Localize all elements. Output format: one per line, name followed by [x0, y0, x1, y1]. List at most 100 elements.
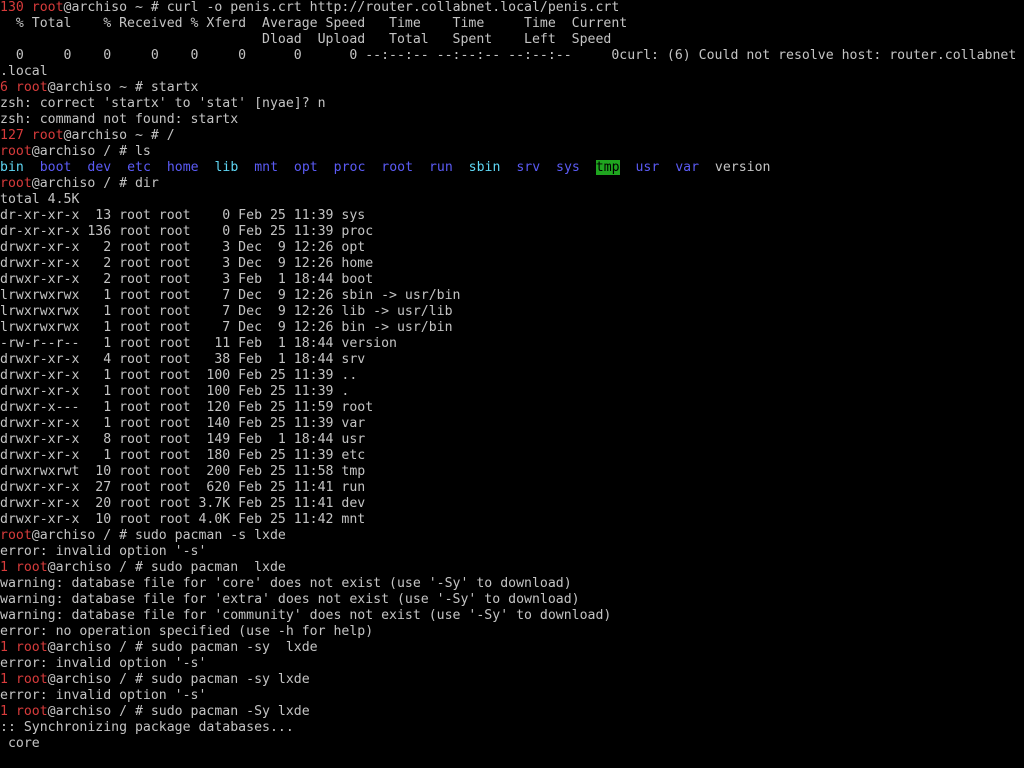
- directory-entry: usr: [635, 160, 660, 175]
- terminal-text: warning: database file for 'community' d…: [0, 608, 612, 623]
- directory-entry: home: [166, 160, 199, 175]
- terminal-line: drwxr-xr-x 2 root root 3 Dec 9 12:26 opt: [0, 240, 1024, 256]
- terminal-text: @archiso / # sudo pacman lxde: [47, 560, 286, 575]
- terminal-line: warning: database file for 'community' d…: [0, 608, 1024, 624]
- terminal-line: drwxr-xr-x 1 root root 100 Feb 25 11:39 …: [0, 384, 1024, 400]
- terminal-text: drwxr-xr-x 20 root root 3.7K Feb 25 11:4…: [0, 496, 366, 511]
- directory-entry: dev: [87, 160, 112, 175]
- terminal-text: drwxr-xr-x 4 root root 38 Feb 1 18:44 sr…: [0, 352, 366, 367]
- terminal-text: total 4.5K: [0, 192, 80, 207]
- terminal-line: warning: database file for 'extra' does …: [0, 592, 1024, 608]
- terminal-line: 1 root@archiso / # sudo pacman -Sy lxde: [0, 704, 1024, 720]
- terminal-text: @archiso / # sudo pacman -s lxde: [31, 528, 286, 543]
- terminal-text: @archiso / # sudo pacman -Sy lxde: [47, 704, 310, 719]
- directory-entry: var: [675, 160, 700, 175]
- prompt-status: 1 root: [0, 672, 48, 687]
- terminal-line: 0 0 0 0 0 0 0 0 --:--:-- --:--:-- --:--:…: [0, 48, 1024, 64]
- terminal-line: % Total % Received % Xferd Average Speed…: [0, 16, 1024, 32]
- terminal-text: @archiso ~ # startx: [47, 80, 199, 95]
- terminal-text: drwxr-xr-x 1 root root 140 Feb 25 11:39 …: [0, 416, 366, 431]
- terminal-line: error: invalid option '-s': [0, 544, 1024, 560]
- terminal-text: @archiso / # sudo pacman -sy lxde: [47, 640, 318, 655]
- prompt-status: 127 root: [0, 128, 64, 143]
- terminal-text: error: invalid option '-s': [0, 688, 207, 703]
- terminal-text: drwxr-xr-x 1 root root 180 Feb 25 11:39 …: [0, 448, 366, 463]
- terminal-screen[interactable]: 130 root@archiso ~ # curl -o penis.crt h…: [0, 0, 1024, 768]
- terminal-line: -rw-r--r-- 1 root root 11 Feb 1 18:44 ve…: [0, 336, 1024, 352]
- terminal-line: zsh: command not found: startx: [0, 112, 1024, 128]
- terminal-line: root@archiso / # ls: [0, 144, 1024, 160]
- terminal-text: -rw-r--r-- 1 root root 11 Feb 1 18:44 ve…: [0, 336, 397, 351]
- terminal-line: Dload Upload Total Spent Left Speed: [0, 32, 1024, 48]
- terminal-line: drwxr-xr-x 20 root root 3.7K Feb 25 11:4…: [0, 496, 1024, 512]
- prompt-status: 1 root: [0, 640, 48, 655]
- terminal-line: .local: [0, 64, 1024, 80]
- directory-entry: sys: [556, 160, 580, 175]
- terminal-text: zsh: correct 'startx' to 'stat' [nyae]? …: [0, 96, 326, 111]
- terminal-line: lrwxrwxrwx 1 root root 7 Dec 9 12:26 lib…: [0, 304, 1024, 320]
- terminal-line: 127 root@archiso ~ # /: [0, 128, 1024, 144]
- terminal-line: drwxr-xr-x 8 root root 149 Feb 1 18:44 u…: [0, 432, 1024, 448]
- terminal-text: drwxr-xr-x 1 root root 100 Feb 25 11:39 …: [0, 368, 358, 383]
- prompt-status: root: [0, 176, 32, 191]
- symlink-entry: bin: [0, 160, 24, 175]
- directory-entry: mnt: [254, 160, 279, 175]
- sticky-directory-entry: tmp: [595, 160, 620, 175]
- terminal-line: warning: database file for 'core' does n…: [0, 576, 1024, 592]
- terminal-text: @archiso ~ # curl -o penis.crt http://ro…: [63, 0, 620, 15]
- directory-entry: srv: [516, 160, 541, 175]
- terminal-text: version: [699, 160, 771, 175]
- terminal-line: root@archiso / # dir: [0, 176, 1024, 192]
- directory-entry: root: [381, 160, 414, 175]
- terminal-line: drwxr-xr-x 1 root root 180 Feb 25 11:39 …: [0, 448, 1024, 464]
- terminal-text: @archiso / # ls: [31, 144, 151, 159]
- terminal-line: 130 root@archiso ~ # curl -o penis.crt h…: [0, 0, 1024, 16]
- terminal-line: core: [0, 736, 1024, 752]
- terminal-line: root@archiso / # sudo pacman -s lxde: [0, 528, 1024, 544]
- terminal-line: error: invalid option '-s': [0, 688, 1024, 704]
- terminal-text: drwxr-xr-x 10 root root 4.0K Feb 25 11:4…: [0, 512, 366, 527]
- directory-entry: proc: [333, 160, 366, 175]
- terminal-text: drwxr-xr-x 2 root root 3 Dec 9 12:26 opt: [0, 240, 366, 255]
- terminal-line: bin boot dev etc home lib mnt opt proc r…: [0, 160, 1024, 176]
- terminal-text: error: invalid option '-s': [0, 544, 207, 559]
- terminal-text: dr-xr-xr-x 136 root root 0 Feb 25 11:39 …: [0, 224, 374, 239]
- terminal-line: 1 root@archiso / # sudo pacman -sy lxde: [0, 640, 1024, 656]
- terminal-text: core: [0, 736, 40, 751]
- terminal-line: dr-xr-xr-x 13 root root 0 Feb 25 11:39 s…: [0, 208, 1024, 224]
- terminal-text: 0 0 0 0 0 0 0 0 --:--:-- --:--:-- --:--:…: [0, 48, 1017, 63]
- terminal-line: 1 root@archiso / # sudo pacman lxde: [0, 560, 1024, 576]
- symlink-entry: sbin: [468, 160, 501, 175]
- terminal-text: lrwxrwxrwx 1 root root 7 Dec 9 12:26 sbi…: [0, 288, 461, 303]
- terminal-line: 1 root@archiso / # sudo pacman -sy lxde: [0, 672, 1024, 688]
- terminal-text: drwxr-xr-x 27 root root 620 Feb 25 11:41…: [0, 480, 366, 495]
- terminal-line: drwxrwxrwt 10 root root 200 Feb 25 11:58…: [0, 464, 1024, 480]
- terminal-line: drwxr-xr-x 27 root root 620 Feb 25 11:41…: [0, 480, 1024, 496]
- directory-entry: run: [428, 160, 453, 175]
- terminal-text: @archiso / # sudo pacman -sy lxde: [47, 672, 310, 687]
- terminal-line: drwxr-xr-x 2 root root 3 Feb 1 18:44 boo…: [0, 272, 1024, 288]
- terminal-line: drwxr-x--- 1 root root 120 Feb 25 11:59 …: [0, 400, 1024, 416]
- terminal-text: drwxr-xr-x 8 root root 149 Feb 1 18:44 u…: [0, 432, 366, 447]
- prompt-status: 130 root: [0, 0, 64, 15]
- terminal-text: drwxr-xr-x 2 root root 3 Feb 1 18:44 boo…: [0, 272, 374, 287]
- terminal-text: drwxr-xr-x 1 root root 100 Feb 25 11:39 …: [0, 384, 350, 399]
- terminal-text: drwxr-x--- 1 root root 120 Feb 25 11:59 …: [0, 400, 374, 415]
- terminal-text: warning: database file for 'core' does n…: [0, 576, 572, 591]
- terminal-text: @archiso ~ # /: [63, 128, 175, 143]
- prompt-status: root: [0, 144, 32, 159]
- terminal-text: Dload Upload Total Spent Left Speed: [0, 32, 612, 47]
